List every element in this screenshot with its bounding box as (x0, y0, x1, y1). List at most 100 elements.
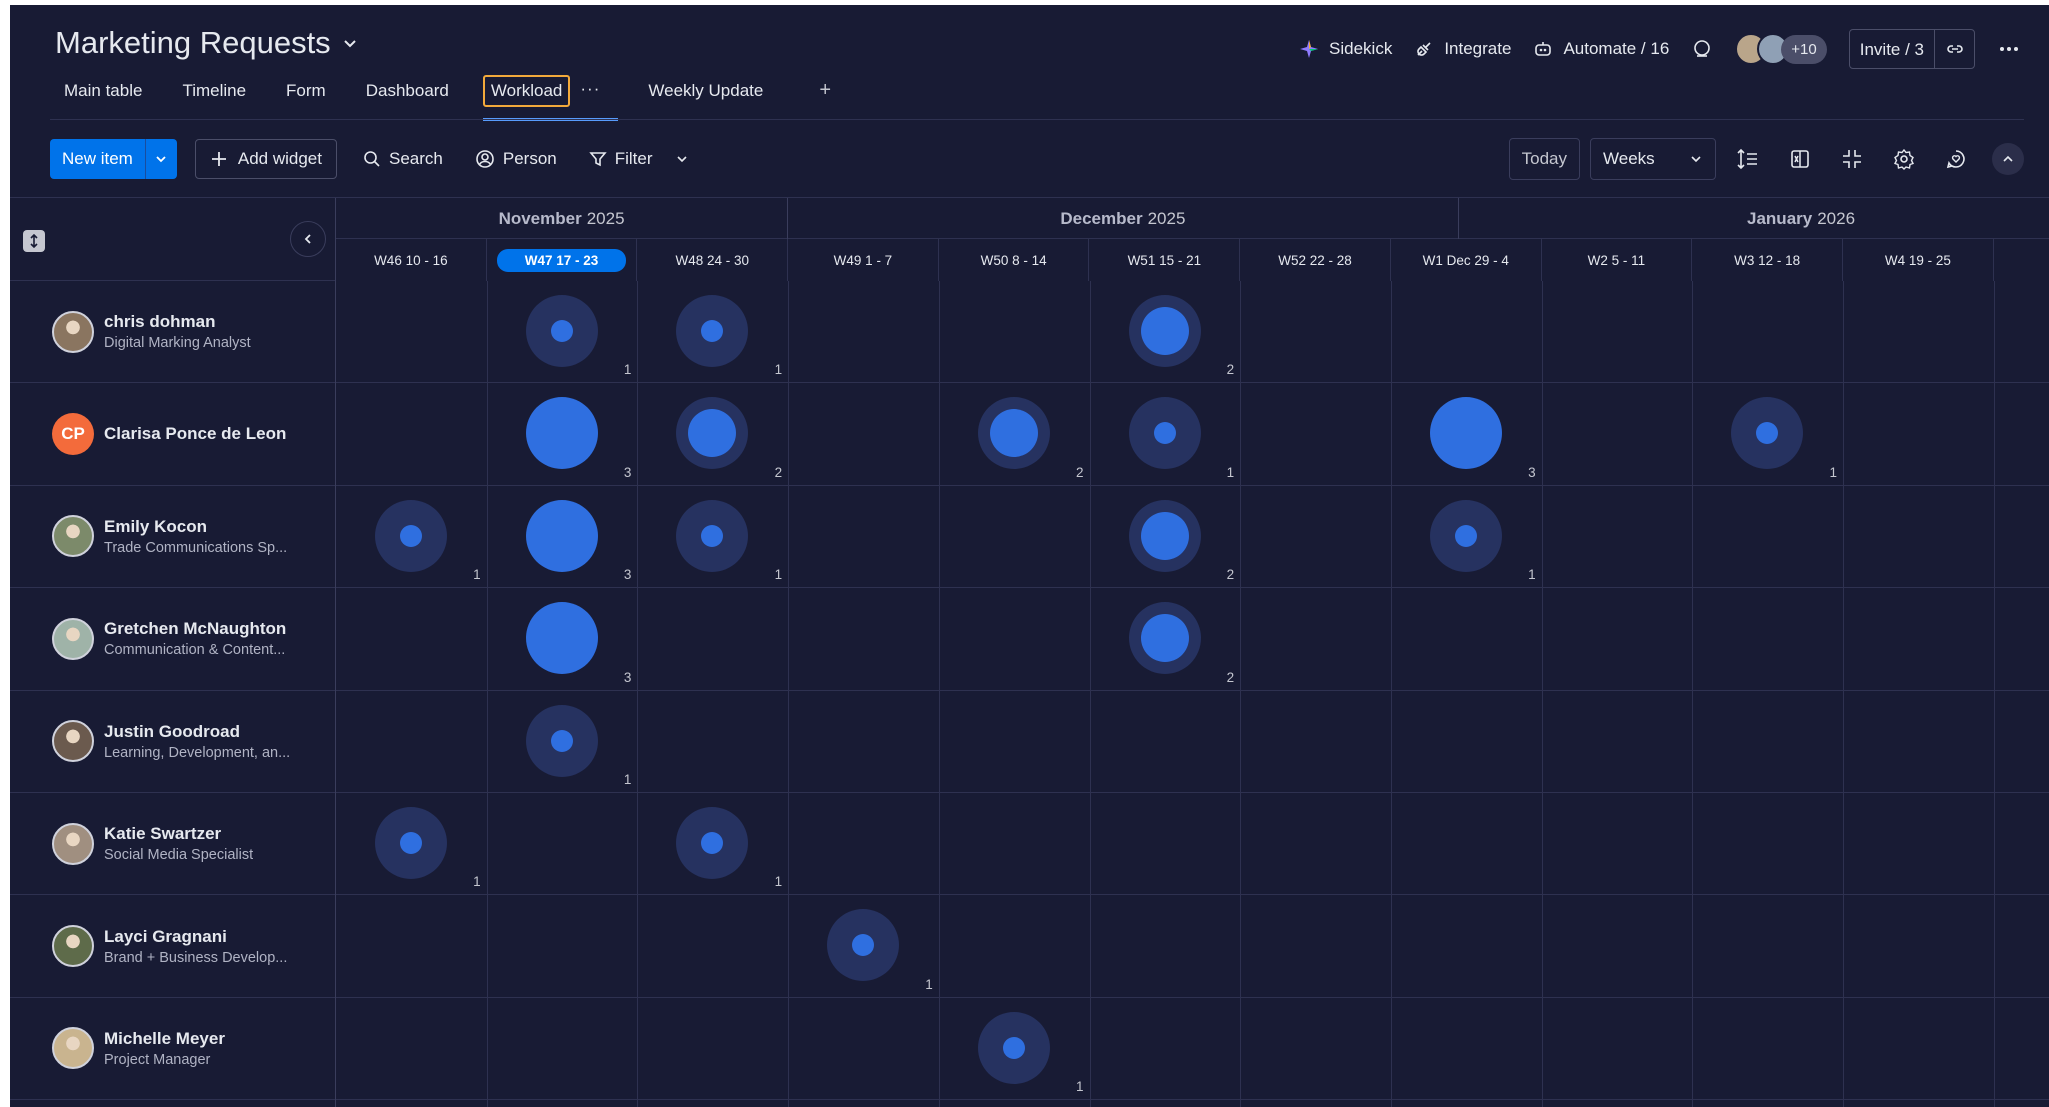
grid-column-line (1541, 281, 1543, 1107)
automate-button[interactable]: Automate / 16 (1533, 39, 1669, 59)
person-filter-button[interactable]: Person (475, 149, 557, 169)
workload-cell[interactable]: 1 (487, 281, 638, 383)
new-item-button[interactable]: New item (50, 139, 145, 179)
workload-cell[interactable]: 1 (487, 691, 638, 793)
workload-dot (550, 320, 573, 342)
month-label: December 2025 (788, 198, 1459, 239)
sparkle-icon (1300, 40, 1319, 58)
person-row[interactable]: Katie Swartzer Social Media Specialist (10, 793, 335, 896)
excel-icon (1791, 150, 1809, 168)
workload-count: 1 (473, 874, 481, 890)
person-icon (476, 150, 494, 168)
time-scale-select[interactable]: Weeks (1590, 138, 1716, 180)
integrate-button[interactable]: Integrate (1414, 39, 1511, 59)
person-row[interactable]: Emily Kocon Trade Communications Sp... (10, 486, 335, 589)
more-options-icon[interactable] (1997, 37, 2021, 61)
plug-icon (1417, 42, 1431, 56)
avatar (52, 925, 94, 968)
workload-cell[interactable]: 1 (336, 486, 487, 588)
tab-weekly-update[interactable]: Weekly Update (634, 75, 777, 107)
workload-cell[interactable]: 1 (336, 793, 487, 895)
tabs-divider (50, 119, 2024, 120)
automate-label: Automate / 16 (1563, 39, 1670, 58)
top-actions: Sidekick Integrate Automate / 16 +10 Inv… (1299, 29, 2021, 69)
workload-cell[interactable]: 2 (1090, 588, 1241, 690)
invite-group: Invite / 3 (1848, 29, 1975, 69)
workload-cell[interactable]: 1 (939, 998, 1090, 1100)
collapse-header-button[interactable] (1992, 143, 2024, 175)
tab-form[interactable]: Form (272, 75, 340, 107)
person-name: Clarisa Ponce de Leon (104, 424, 287, 444)
export-excel-button[interactable] (1780, 139, 1820, 179)
people-column-header (10, 198, 335, 281)
workload-app: Marketing Requests Sidekick Integrate Au… (10, 5, 2049, 1107)
person-row[interactable]: Justin Goodroad Learning, Development, an… (10, 691, 335, 793)
workload-count: 2 (1226, 362, 1235, 378)
workload-cell[interactable]: 2 (1090, 281, 1241, 383)
today-button[interactable]: Today (1508, 138, 1580, 180)
workload-cell[interactable]: 3 (487, 588, 638, 690)
new-item-dropdown[interactable] (144, 139, 177, 179)
week-label: W48 24 - 30 (637, 239, 789, 281)
person-role: Learning, Development, an... (104, 744, 291, 761)
tab-main-table[interactable]: Main table (50, 75, 156, 107)
month-header: November 2025 December 2025 January 2026 (336, 198, 2049, 239)
people-list: chris dohman Digital Marking Analyst CP Cla… (10, 281, 335, 1101)
week-label: W3 12 - 18 (1692, 239, 1843, 281)
collapse-view-button[interactable] (1832, 139, 1872, 179)
workload-cell[interactable]: 1 (1692, 383, 1843, 485)
person-row[interactable]: Michelle Meyer Project Manager (10, 998, 335, 1101)
sort-handle-icon[interactable] (23, 230, 45, 252)
people-column: chris dohman Digital Marking Analyst CP Cla… (10, 198, 336, 1107)
week-label: W50 8 - 14 (939, 239, 1090, 281)
integrate-label: Integrate (1444, 39, 1512, 58)
workload-cell[interactable]: 2 (637, 383, 788, 485)
tab-dashboard[interactable]: Dashboard (352, 75, 463, 107)
workload-cell[interactable]: 1 (637, 793, 788, 895)
workload-cell[interactable]: 1 (637, 281, 788, 383)
avatar (52, 310, 94, 353)
workload-cell[interactable]: 3 (487, 486, 638, 588)
settings-button[interactable] (1884, 139, 1924, 179)
workload-cell[interactable]: 1 (1090, 383, 1241, 485)
invite-button[interactable]: Invite / 3 (1850, 30, 1934, 68)
workload-count: 1 (1226, 464, 1235, 480)
tab-workload[interactable]: Workload (482, 75, 618, 121)
workload-count: 1 (623, 771, 632, 787)
person-row[interactable]: Layci Gragnani Brand + Business Develop..… (10, 895, 335, 998)
person-row[interactable]: chris dohman Digital Marking Analyst (10, 281, 335, 384)
activity-icon[interactable] (1691, 38, 1713, 60)
feedback-button[interactable] (1936, 139, 1976, 179)
workload-cell[interactable]: 2 (939, 383, 1090, 485)
sidekick-button[interactable]: Sidekick (1299, 39, 1392, 59)
row-height-button[interactable] (1728, 139, 1768, 179)
workload-cell[interactable]: 2 (1090, 486, 1241, 588)
chevron-down-icon[interactable] (675, 152, 689, 166)
workload-cell[interactable]: 1 (637, 486, 788, 588)
add-view-button[interactable]: + (809, 75, 841, 106)
chevron-up-icon (2003, 155, 2013, 162)
workload-cell[interactable]: 3 (1391, 383, 1542, 485)
person-row[interactable]: CP Clarisa Ponce de Leon (10, 383, 335, 486)
tab-more-options[interactable]: ··· (580, 75, 600, 99)
person-role: Brand + Business Develop... (104, 949, 288, 966)
filter-button[interactable]: Filter (589, 149, 689, 169)
week-label: W1 Dec 29 - 4 (1391, 239, 1542, 281)
tab-timeline[interactable]: Timeline (168, 75, 260, 107)
chevron-down-icon (1691, 156, 1701, 163)
board-title[interactable]: Marketing Requests (55, 25, 357, 61)
add-widget-label: Add widget (237, 149, 322, 168)
timeline-area: November 2025 December 2025 January 2026 W46 … (336, 198, 2049, 1107)
workload-cell[interactable]: 3 (487, 383, 638, 485)
search-button[interactable]: Search (363, 149, 443, 169)
workload-cell[interactable]: 1 (788, 895, 939, 997)
board-members[interactable]: +10 (1735, 33, 1827, 65)
workload-cell[interactable]: 1 (1391, 486, 1542, 588)
copy-link-button[interactable] (1934, 30, 1974, 68)
collapse-sidebar-button[interactable] (290, 221, 326, 257)
workload-count: 1 (473, 567, 481, 583)
person-row[interactable]: Gretchen McNaughton Communication & Conte… (10, 588, 335, 691)
workload-count: 1 (1075, 1079, 1084, 1095)
toolbar: New item Add widget Search Person Filter… (50, 137, 2024, 181)
add-widget-button[interactable]: Add widget (194, 139, 337, 179)
